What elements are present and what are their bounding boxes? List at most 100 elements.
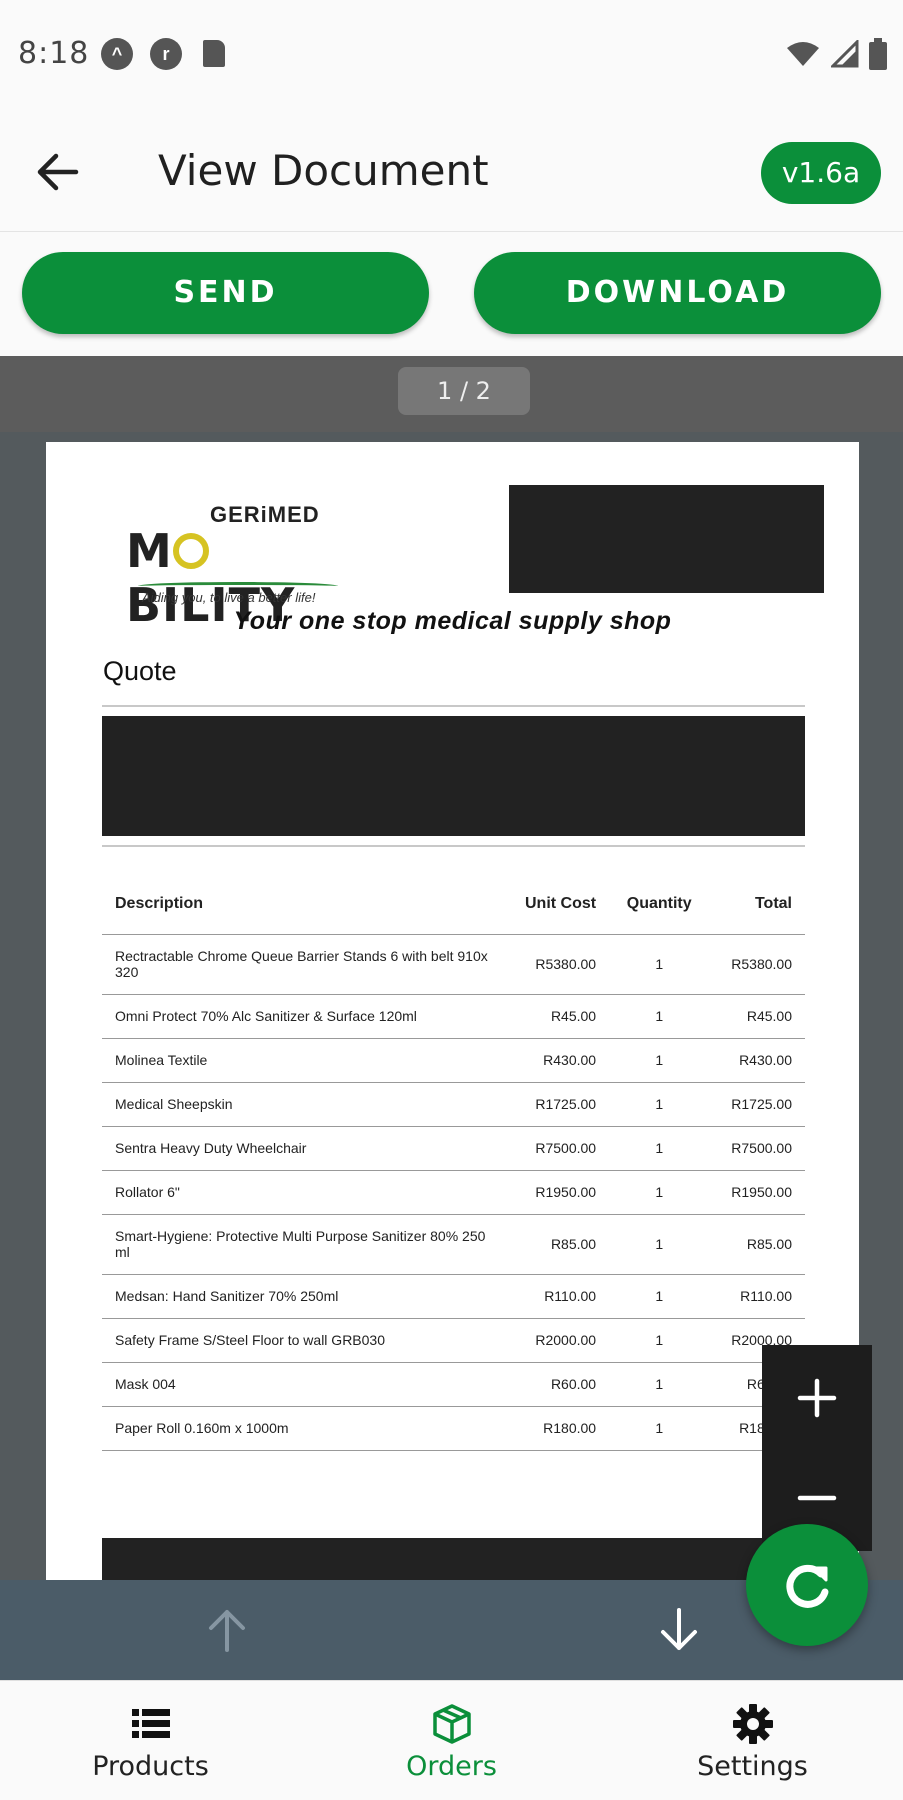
row-quantity: 1: [609, 994, 710, 1039]
row-total: R1725.00: [709, 1082, 805, 1127]
row-quantity: 1: [609, 1038, 710, 1083]
status-bar: 8:18 ^ r: [0, 0, 903, 108]
nav-label-orders: Orders: [406, 1751, 497, 1782]
sd-card-icon: [203, 40, 225, 67]
row-description: Smart-Hygiene: Protective Multi Purpose …: [102, 1214, 502, 1275]
divider: [102, 845, 805, 847]
row-quantity: 1: [609, 1274, 710, 1319]
row-description: Medical Sheepskin: [102, 1082, 502, 1127]
row-quantity: 1: [609, 1406, 710, 1451]
logo-tagline: Aiding you, to live a better life!: [142, 590, 316, 605]
page-title: View Document: [158, 146, 489, 195]
document-heading: Quote: [103, 656, 177, 686]
row-description: Safety Frame S/Steel Floor to wall GRB03…: [102, 1318, 502, 1363]
row-total: R430.00: [709, 1038, 805, 1083]
version-badge: v1.6a: [761, 142, 881, 204]
zoom-in-icon[interactable]: [792, 1373, 842, 1423]
table-row: Sentra Heavy Duty Wheelchair R7500.00 1 …: [102, 1126, 805, 1171]
row-quantity: 1: [609, 1082, 710, 1127]
pdf-page: GERiMED MBILITY Aiding you, to live a be…: [46, 442, 859, 1580]
nav-label-products: Products: [92, 1751, 209, 1782]
row-total: R7500.00: [709, 1126, 805, 1171]
table-header-row: Description Unit Cost Quantity Total: [102, 874, 805, 935]
download-button[interactable]: DOWNLOAD: [474, 252, 881, 334]
list-icon: [132, 1709, 170, 1738]
divider: [102, 705, 805, 707]
row-unit-cost: R180.00: [502, 1406, 610, 1451]
row-unit-cost: R7500.00: [502, 1126, 610, 1171]
zoom-out-icon[interactable]: [792, 1473, 842, 1523]
next-page-arrow-icon[interactable]: [651, 1602, 707, 1658]
row-total: R45.00: [709, 994, 805, 1039]
row-unit-cost: R1950.00: [502, 1170, 610, 1215]
table-row: Paper Roll 0.160m x 1000m R180.00 1 R180…: [102, 1406, 805, 1451]
previous-page-arrow-icon[interactable]: [199, 1602, 255, 1658]
document-tagline: Your one stop medical supply shop: [233, 607, 672, 635]
row-description: Rollator 6": [102, 1170, 502, 1215]
send-button[interactable]: SEND: [22, 252, 429, 334]
row-quantity: 1: [609, 1318, 710, 1363]
row-quantity: 1: [609, 934, 710, 995]
row-unit-cost: R60.00: [502, 1362, 610, 1407]
row-description: Mask 004: [102, 1362, 502, 1407]
row-unit-cost: R1725.00: [502, 1082, 610, 1127]
row-unit-cost: R2000.00: [502, 1318, 610, 1363]
row-unit-cost: R5380.00: [502, 934, 610, 995]
row-quantity: 1: [609, 1126, 710, 1171]
bottom-navigation: Products Orders Settings: [0, 1680, 903, 1800]
row-unit-cost: R45.00: [502, 994, 610, 1039]
row-total: R110.00: [709, 1274, 805, 1319]
row-description: Omni Protect 70% Alc Sanitizer & Surface…: [102, 994, 502, 1039]
row-quantity: 1: [609, 1362, 710, 1407]
table-row: Rollator 6" R1950.00 1 R1950.00: [102, 1170, 805, 1215]
notification-app-icon: ^: [101, 38, 133, 70]
back-arrow-icon[interactable]: [30, 144, 86, 200]
table-row: Rectractable Chrome Queue Barrier Stands…: [102, 934, 805, 995]
zoom-controls: [762, 1345, 872, 1551]
nav-item-orders[interactable]: Orders: [301, 1681, 602, 1800]
table-row: Molinea Textile R430.00 1 R430.00: [102, 1038, 805, 1083]
page-indicator: 1 / 2: [398, 367, 530, 415]
table-row: Safety Frame S/Steel Floor to wall GRB03…: [102, 1318, 805, 1363]
battery-icon: [869, 38, 887, 70]
row-quantity: 1: [609, 1214, 710, 1275]
nav-label-settings: Settings: [697, 1751, 808, 1782]
gear-icon: [733, 1704, 773, 1744]
row-description: Paper Roll 0.160m x 1000m: [102, 1406, 502, 1451]
logo-text-main-start: M: [126, 524, 173, 578]
row-description: Rectractable Chrome Queue Barrier Stands…: [102, 934, 502, 995]
table-row: Mask 004 R60.00 1 R60.00: [102, 1362, 805, 1407]
action-bar: SEND DOWNLOAD: [0, 232, 903, 356]
col-total: Total: [709, 874, 805, 935]
nav-item-settings[interactable]: Settings: [602, 1681, 903, 1800]
col-description: Description: [102, 874, 502, 935]
refresh-icon: [786, 1564, 829, 1608]
redacted-block-footer: [102, 1538, 805, 1580]
row-unit-cost: R430.00: [502, 1038, 610, 1083]
refresh-fab-button[interactable]: [746, 1524, 868, 1646]
status-time: 8:18: [18, 36, 90, 71]
table-row: Medsan: Hand Sanitizer 70% 250ml R110.00…: [102, 1274, 805, 1319]
signal-icon: [831, 40, 859, 68]
redacted-block-header: [509, 485, 824, 593]
redacted-block-customer: [102, 716, 805, 836]
nav-item-products[interactable]: Products: [0, 1681, 301, 1800]
notification-app-icon-2: r: [150, 38, 182, 70]
col-unit-cost: Unit Cost: [502, 874, 610, 935]
table-row: Medical Sheepskin R1725.00 1 R1725.00: [102, 1082, 805, 1127]
status-right-icons: [785, 38, 887, 70]
table-row: Smart-Hygiene: Protective Multi Purpose …: [102, 1214, 805, 1275]
viewer-header: 1 / 2: [0, 356, 903, 432]
table-row: Omni Protect 70% Alc Sanitizer & Surface…: [102, 994, 805, 1039]
row-total: R1950.00: [709, 1170, 805, 1215]
wifi-icon: [787, 42, 819, 66]
company-logo: GERiMED MBILITY Aiding you, to live a be…: [126, 502, 346, 632]
row-description: Molinea Textile: [102, 1038, 502, 1083]
app-bar: View Document v1.6a: [0, 108, 903, 232]
row-unit-cost: R110.00: [502, 1274, 610, 1319]
col-quantity: Quantity: [609, 874, 710, 935]
quote-table: Description Unit Cost Quantity Total Rec…: [102, 874, 805, 1451]
package-icon: [433, 1704, 471, 1744]
row-quantity: 1: [609, 1170, 710, 1215]
row-total: R85.00: [709, 1214, 805, 1275]
